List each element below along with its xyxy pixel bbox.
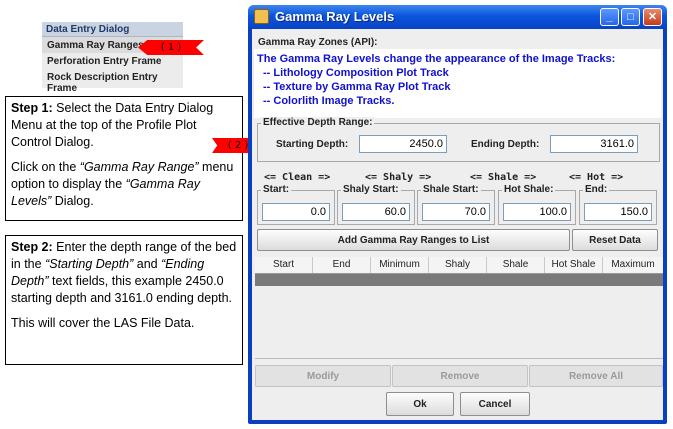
shaly-start-group: Shaly Start: 60.0	[337, 184, 415, 225]
col-minimum[interactable]: Minimum	[371, 257, 429, 273]
hot-shale-field[interactable]: 100.0	[503, 203, 571, 221]
cancel-button[interactable]: Cancel	[460, 392, 530, 416]
modify-button[interactable]: Modify	[255, 365, 391, 387]
step1-p2-italic: “Gamma Ray Range”	[79, 160, 199, 174]
col-shale[interactable]: Shale	[487, 257, 545, 273]
col-shaly[interactable]: Shaly	[429, 257, 487, 273]
callout-1: ( 1 )	[138, 40, 204, 55]
step1-para2: Click on the “Gamma Ray Range” menu opti…	[11, 159, 237, 210]
shale-start-group: Shale Start: 70.0	[417, 184, 495, 225]
menu-item-rock-description[interactable]: Rock Description Entry Frame	[42, 69, 183, 94]
maximize-icon[interactable]: □	[621, 8, 640, 26]
scale-shaly: <= Shaly =>	[365, 172, 432, 183]
step1-para1: Step 1: Select the Data Entry Dialog Men…	[11, 100, 237, 151]
remove-all-button[interactable]: Remove All	[529, 365, 663, 387]
col-hot-shale[interactable]: Hot Shale	[545, 257, 603, 273]
minimize-icon[interactable]: _	[600, 8, 619, 26]
shale-start-field[interactable]: 70.0	[422, 203, 490, 221]
ending-depth-label: Ending Depth:	[471, 139, 540, 150]
step1-p2a: Click on the	[11, 160, 80, 174]
start-label: Start:	[261, 184, 292, 195]
scale-clean: <= Clean =>	[264, 172, 331, 183]
col-maximum[interactable]: Maximum	[603, 257, 663, 273]
data-entry-menu: Data Entry Dialog Gamma Ray Ranges Perfo…	[42, 22, 183, 94]
table-row-selected[interactable]	[255, 274, 663, 286]
dialog-client: Gamma Ray Zones (API): The Gamma Ray Lev…	[252, 29, 663, 420]
close-icon[interactable]: ✕	[643, 8, 662, 26]
start-field[interactable]: 0.0	[262, 203, 330, 221]
step2-box: Step 2: Enter the depth range of the bed…	[5, 235, 243, 365]
step2-heading: Step 2:	[11, 240, 53, 254]
step1-box: Step 1: Select the Data Entry Dialog Men…	[5, 96, 243, 221]
zones-description: The Gamma Ray Levels change the appearan…	[254, 49, 661, 118]
ranges-table-header: Start End Minimum Shaly Shale Hot Shale …	[255, 257, 663, 274]
step2-italic1: “Starting Depth”	[45, 257, 134, 271]
hot-shale-label: Hot Shale:	[502, 184, 556, 195]
zones-line-3: -- Texture by Gamma Ray Plot Track	[263, 81, 451, 93]
starting-depth-label: Starting Depth:	[276, 139, 349, 150]
step1-heading: Step 1:	[11, 101, 53, 115]
callout-1-label: ( 1 )	[160, 42, 182, 53]
shaly-start-label: Shaly Start:	[341, 184, 401, 195]
zones-group: Gamma Ray Zones (API): The Gamma Ray Lev…	[254, 37, 661, 118]
shaly-start-field[interactable]: 60.0	[342, 203, 410, 221]
window-title: Gamma Ray Levels	[275, 9, 395, 24]
step2-b: and	[133, 257, 162, 271]
end-label: End:	[583, 184, 610, 195]
add-ranges-button[interactable]: Add Gamma Ray Ranges to List	[257, 229, 570, 251]
scale-hot: <= Hot =>	[569, 172, 624, 183]
ok-button[interactable]: Ok	[386, 392, 454, 416]
shale-start-label: Shale Start:	[421, 184, 481, 195]
zones-line-1: The Gamma Ray Levels change the appearan…	[257, 53, 616, 65]
remove-button[interactable]: Remove	[392, 365, 528, 387]
hot-shale-group: Hot Shale: 100.0	[498, 184, 576, 225]
end-field[interactable]: 150.0	[584, 203, 652, 221]
step2-para2: This will cover the LAS File Data.	[11, 316, 195, 330]
reset-data-button[interactable]: Reset Data	[572, 229, 658, 251]
scale-shale: <= Shale =>	[470, 172, 537, 183]
app-icon	[254, 9, 269, 24]
col-end[interactable]: End	[313, 257, 371, 273]
col-start[interactable]: Start	[255, 257, 313, 273]
zones-line-2: -- Lithology Composition Plot Track	[263, 67, 449, 79]
end-group: End: 150.0	[579, 184, 657, 225]
ranges-table-body[interactable]	[255, 286, 663, 359]
gamma-ray-levels-window: Gamma Ray Levels _ □ ✕ Gamma Ray Zones (…	[248, 5, 667, 424]
depth-range-title: Effective Depth Range:	[261, 117, 375, 128]
step1-p2c: Dialog.	[51, 194, 94, 208]
title-bar[interactable]: Gamma Ray Levels _ □ ✕	[248, 5, 667, 29]
menu-item-perforation-entry[interactable]: Perforation Entry Frame	[42, 53, 183, 69]
ending-depth-field[interactable]: 3161.0	[550, 135, 638, 153]
depth-range-group: Effective Depth Range: Starting Depth: 2…	[257, 117, 660, 162]
step2-para1: Step 2: Enter the depth range of the bed…	[11, 239, 237, 307]
menu-header: Data Entry Dialog	[42, 22, 183, 37]
zones-line-4: -- Colorlith Image Tracks.	[263, 95, 395, 107]
zones-title: Gamma Ray Zones (API):	[256, 37, 380, 48]
start-group: Start: 0.0	[257, 184, 335, 225]
starting-depth-field[interactable]: 2450.0	[359, 135, 447, 153]
